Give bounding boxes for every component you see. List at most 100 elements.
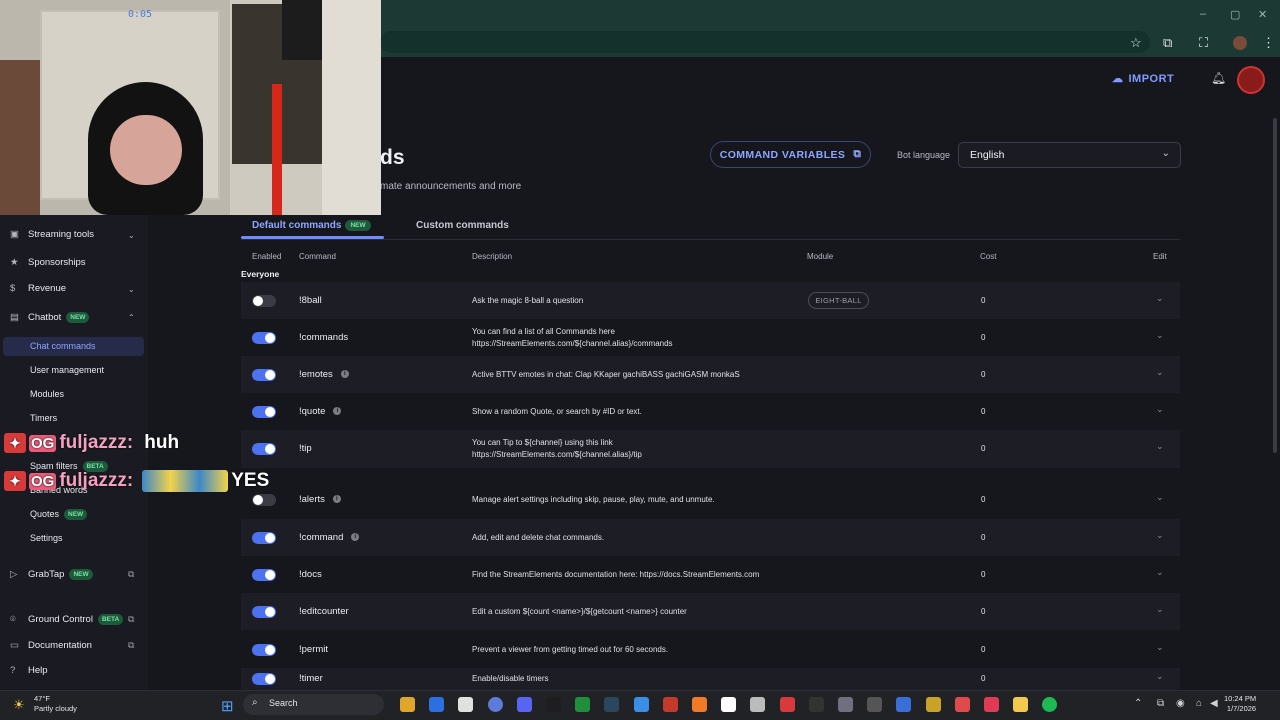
expand-chevron-icon[interactable]: ⌄ (1156, 404, 1164, 415)
info-icon[interactable]: i (340, 369, 349, 378)
notifications-bell-icon[interactable]: 🔔︎ (1211, 71, 1226, 85)
table-row[interactable]: !command i Add, edit and delete chat comma… (241, 519, 1180, 556)
enabled-toggle[interactable] (252, 493, 276, 506)
sidebar-item-help[interactable]: ? Help (10, 665, 48, 676)
sidebar-item-settings[interactable]: Settings (30, 533, 63, 543)
expand-chevron-icon[interactable]: ⌄ (1156, 441, 1164, 452)
sidebar-item-sponsorships[interactable]: ★ Sponsorships (10, 257, 86, 268)
enabled-toggle[interactable] (252, 368, 276, 381)
enabled-toggle[interactable] (252, 605, 276, 618)
table-row[interactable]: !quote i Show a random Quote, or search by… (241, 393, 1180, 430)
bot-language-select[interactable]: English ⌄ (958, 142, 1181, 168)
tray-wifi-icon[interactable]: ⌂ (1196, 698, 1202, 709)
sidebar-item-documentation[interactable]: ▭ Documentation (10, 640, 92, 651)
enabled-toggle[interactable] (252, 673, 276, 685)
app-icon[interactable] (1013, 697, 1029, 712)
bookmark-star-icon[interactable]: ☆ (1130, 35, 1142, 51)
sidebar-item-streaming-tools[interactable]: ▣ Streaming tools (10, 229, 94, 240)
maximize-icon[interactable]: ▢ (1230, 8, 1240, 21)
windows-start-icon[interactable]: ⊞ (221, 697, 234, 715)
edge-icon[interactable] (604, 697, 620, 712)
tray-mic-icon[interactable]: ◉ (1176, 698, 1185, 709)
info-icon[interactable]: i (351, 532, 360, 541)
import-button[interactable]: ☁ IMPORT (1112, 72, 1174, 85)
epic-games-icon[interactable] (516, 697, 532, 712)
info-icon[interactable]: i (333, 406, 342, 415)
expand-chevron-icon[interactable]: ⌄ (1156, 367, 1164, 378)
discord-icon[interactable] (487, 697, 503, 712)
table-row[interactable]: !emotes i Active BTTV emotes in chat: Clap… (241, 356, 1180, 393)
command-variables-button[interactable]: COMMAND VARIABLES ⧉ (710, 141, 871, 168)
user-avatar[interactable] (1237, 66, 1265, 94)
table-row[interactable]: !timer Enable/disable timers 0 ⌄ (241, 668, 1180, 690)
tray-chevron-up-icon[interactable]: ⌃ (1134, 698, 1142, 709)
enabled-toggle[interactable] (252, 643, 276, 656)
expand-chevron-icon[interactable]: ⌄ (1156, 530, 1164, 541)
enabled-toggle[interactable] (252, 531, 276, 544)
sidebar-item-user-management[interactable]: User management (30, 365, 104, 375)
expand-chevron-icon[interactable]: ⌄ (1156, 293, 1164, 304)
app-icon[interactable] (808, 697, 824, 712)
page-scrollbar[interactable] (1273, 118, 1277, 453)
tab-default-commands[interactable]: Default commands NEW (252, 220, 371, 231)
profile-avatar-icon[interactable] (1233, 36, 1247, 50)
column-header-command: Command (299, 252, 336, 261)
info-icon[interactable]: i (332, 494, 341, 503)
xbox-icon[interactable] (546, 697, 561, 712)
extensions-icon[interactable]: ⧉ (1163, 35, 1172, 51)
expand-chevron-icon[interactable]: ⌄ (1156, 567, 1164, 578)
app-icon[interactable] (838, 697, 853, 712)
table-row[interactable]: !commands You can find a list of all Comm… (241, 319, 1180, 356)
sidebar-item-revenue[interactable]: $ Revenue (10, 283, 66, 294)
browser-menu-icon[interactable]: ⋮ (1262, 35, 1275, 51)
expand-chevron-icon[interactable]: ⌄ (1156, 330, 1164, 341)
settings-icon[interactable] (721, 697, 737, 712)
tray-network-icon[interactable]: ⧉ (1157, 698, 1164, 709)
sidebar-item-ground-control[interactable]: ⌾ Ground Control BETA (10, 614, 124, 625)
app-icon[interactable] (779, 697, 795, 712)
chrome-icon[interactable] (429, 697, 445, 712)
sidebar-item-chatbot[interactable]: ▤ Chatbot NEW (10, 312, 90, 323)
enabled-toggle[interactable] (252, 294, 276, 307)
table-row[interactable]: !tip You can Tip to ${channel} using this… (241, 430, 1180, 468)
expand-chevron-icon[interactable]: ⌄ (1156, 492, 1164, 503)
table-row[interactable]: !8ball Ask the magic 8-ball a question EIG… (241, 282, 1180, 319)
sidebar-item-quotes[interactable]: Quotes NEW (30, 509, 88, 521)
app-icon[interactable] (633, 697, 649, 712)
music-icon[interactable] (984, 697, 999, 712)
weather-widget[interactable]: 47°F Partly cloudy (34, 694, 77, 714)
table-row[interactable]: !permit Prevent a viewer from getting tim… (241, 631, 1180, 668)
sidebar-item-modules[interactable]: Modules (30, 389, 64, 399)
app-icon[interactable] (867, 697, 883, 712)
minimize-icon[interactable]: – (1200, 8, 1206, 20)
enabled-toggle[interactable] (252, 331, 276, 344)
store-icon[interactable] (458, 697, 474, 712)
app-icon[interactable] (750, 697, 766, 712)
tab-custom-commands[interactable]: Custom commands (416, 220, 509, 231)
sidebar-item-chat-commands[interactable]: Chat commands (30, 341, 96, 351)
expand-chevron-icon[interactable]: ⌄ (1156, 671, 1164, 682)
table-row[interactable]: !editcounter Edit a custom ${count <name>… (241, 593, 1180, 630)
taskbar-search[interactable]: ⌕ Search (243, 694, 384, 715)
table-row[interactable]: !alerts i Manage alert settings including … (241, 481, 1180, 518)
screenshot-icon[interactable]: ⛶ (1199, 35, 1208, 51)
tray-volume-icon[interactable]: ◀ (1210, 698, 1218, 709)
app-icon[interactable] (896, 697, 912, 712)
sidebar-item-grabtap[interactable]: ▷ GrabTap NEW (10, 569, 93, 580)
close-window-icon[interactable]: ✕ (1258, 8, 1267, 21)
app-icon[interactable] (954, 697, 970, 712)
taskbar-clock[interactable]: 10:24 PM 1/7/2026 (1224, 694, 1256, 714)
enabled-toggle[interactable] (252, 568, 276, 581)
enabled-toggle[interactable] (252, 442, 276, 455)
expand-chevron-icon[interactable]: ⌄ (1156, 604, 1164, 615)
address-bar[interactable] (380, 31, 1150, 53)
steam-icon[interactable] (575, 697, 591, 712)
sidebar-item-timers[interactable]: Timers (30, 413, 57, 423)
app-icon[interactable] (662, 697, 678, 712)
table-row[interactable]: !docs Find the StreamElements documentati… (241, 556, 1180, 593)
app-icon[interactable] (692, 697, 707, 712)
enabled-toggle[interactable] (252, 405, 276, 418)
file-explorer-icon[interactable] (400, 697, 415, 712)
app-icon[interactable] (925, 697, 941, 712)
expand-chevron-icon[interactable]: ⌄ (1156, 642, 1164, 653)
